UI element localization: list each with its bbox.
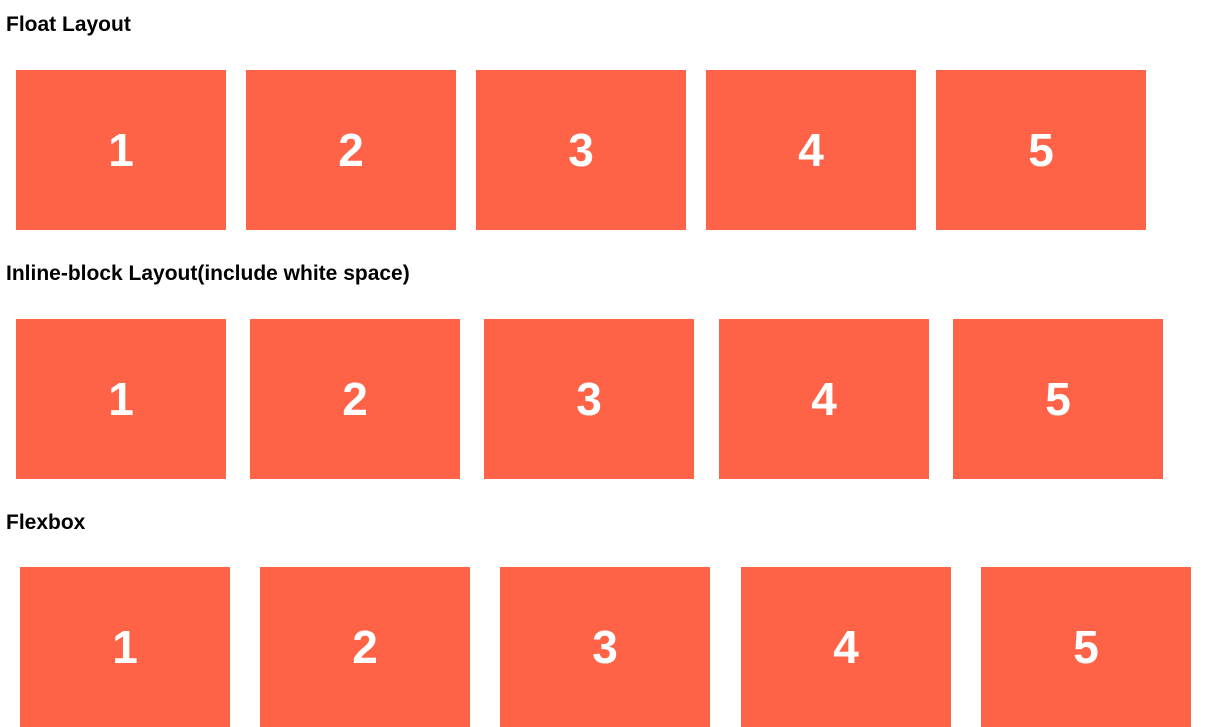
flex-box: 2 — [260, 567, 470, 727]
float-box: 5 — [936, 70, 1146, 230]
float-box: 3 — [476, 70, 686, 230]
flex-box: 4 — [741, 567, 951, 727]
float-layout-heading: Float Layout — [6, 13, 131, 36]
inline-block-layout-heading: Inline-block Layout(include white space) — [6, 262, 410, 285]
inline-block-box: 1 — [16, 319, 226, 479]
flex-box: 3 — [500, 567, 710, 727]
float-box: 1 — [16, 70, 226, 230]
inline-block-box: 3 — [484, 319, 694, 479]
flex-box: 1 — [20, 567, 230, 727]
inline-block-box: 4 — [719, 319, 929, 479]
flexbox-heading: Flexbox — [6, 511, 86, 534]
inline-block-box: 5 — [953, 319, 1163, 479]
float-box: 2 — [246, 70, 456, 230]
float-box: 4 — [706, 70, 916, 230]
flex-box: 5 — [981, 567, 1191, 727]
inline-block-box: 2 — [250, 319, 460, 479]
